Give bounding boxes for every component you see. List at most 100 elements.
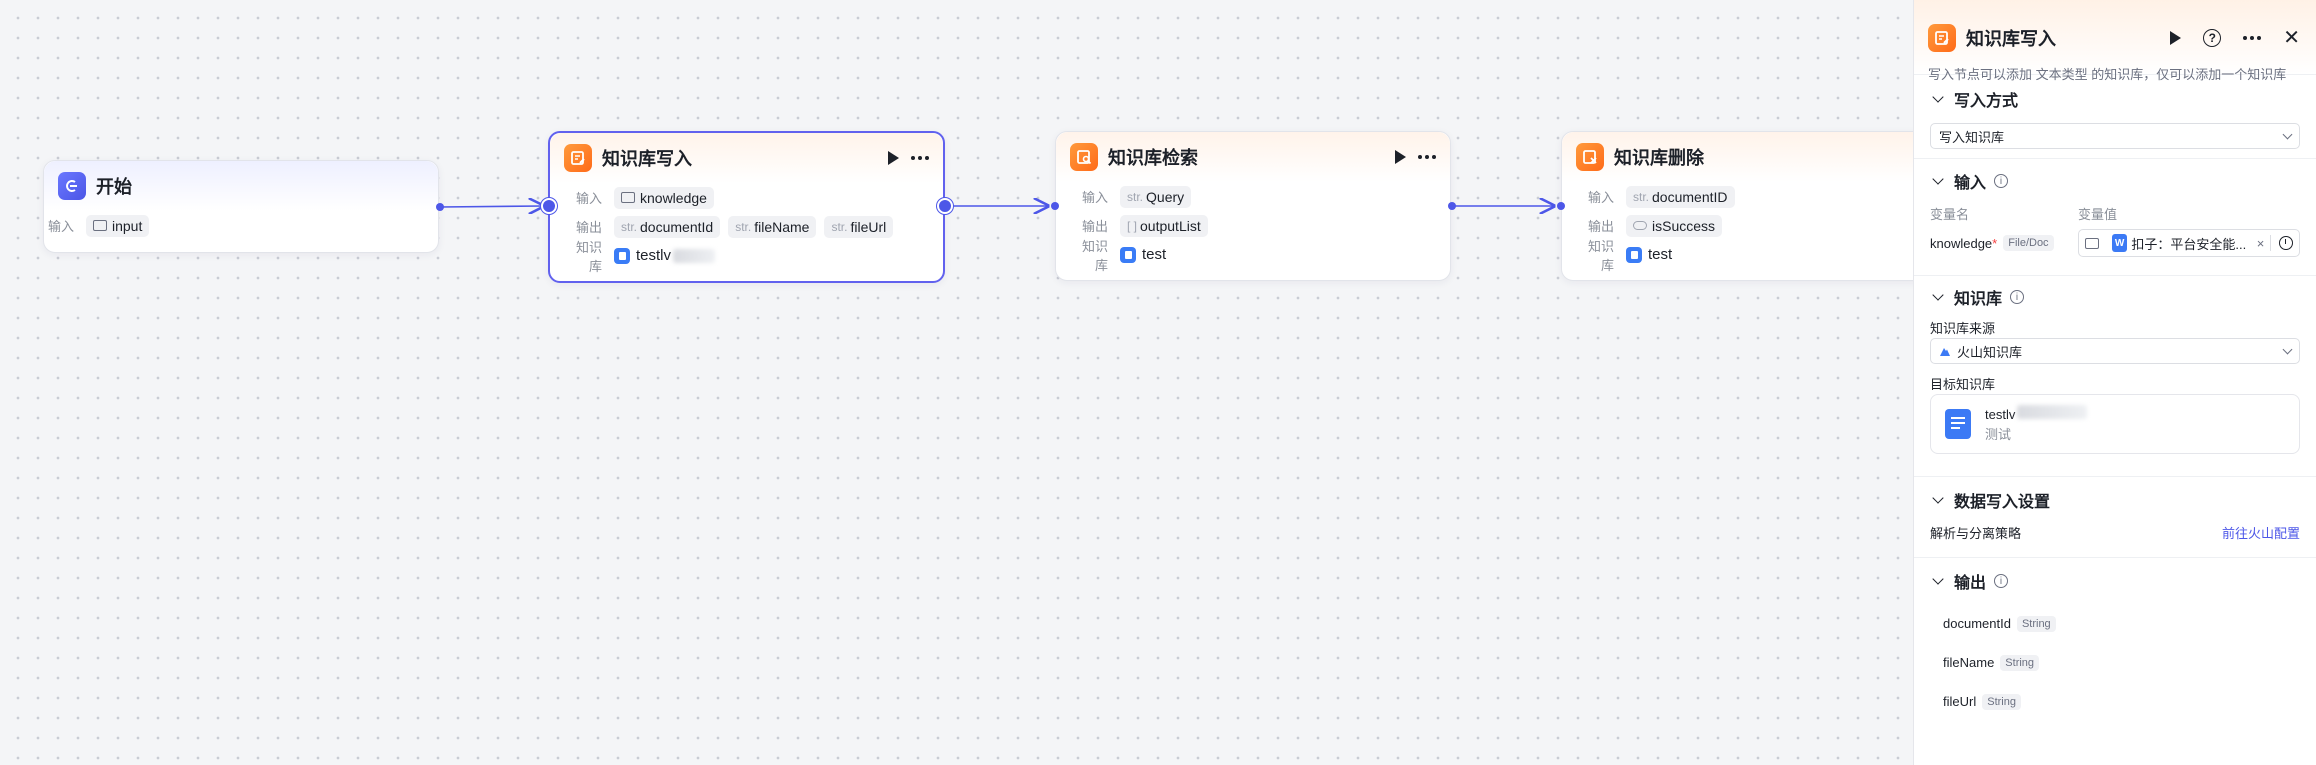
section-title: 输出 [1954, 575, 1987, 592]
input-chip-text: Query [1146, 188, 1185, 205]
more-icon[interactable] [2243, 36, 2262, 40]
output-chip-text: outputList [1140, 217, 1201, 234]
help-icon[interactable]: ? [2203, 29, 2222, 47]
input-port[interactable] [1051, 202, 1059, 210]
chevron-down-icon [2282, 129, 2293, 139]
chevron-down-icon [1932, 173, 1944, 185]
input-var-row: knowledge * File/Doc W 扣子：平台安全能... × [1930, 223, 2300, 263]
type-prefix: str. [831, 219, 848, 234]
node-kb-write-header: 知识库写入 [550, 133, 943, 183]
knowledge-doc-icon [1945, 409, 1971, 439]
info-icon[interactable]: i [1994, 174, 2009, 188]
knowledge-base-icon [1626, 246, 1642, 263]
chevron-down-icon [2282, 344, 2293, 354]
close-icon[interactable]: ✕ [2283, 28, 2300, 48]
node-kb-write-title: 知识库写入 [602, 149, 692, 169]
input-chip-text: knowledge [640, 189, 707, 206]
type-prefix: str. [621, 219, 638, 234]
section-header[interactable]: 输入 i [1930, 159, 2300, 203]
volcano-config-link[interactable]: 前往火山配置 [2222, 523, 2300, 542]
output-field-name: documentId [1943, 616, 2011, 631]
edge-start-write [439, 206, 543, 207]
input-chip-text: input [112, 217, 143, 234]
info-icon[interactable]: i [2010, 290, 2025, 304]
output-chip-text: documentId [640, 218, 714, 235]
run-node-button[interactable] [888, 151, 899, 165]
chevron-down-icon [1932, 91, 1944, 103]
output-port[interactable] [937, 198, 953, 214]
write-mode-select[interactable]: 写入知识库 [1930, 123, 2300, 149]
chevron-down-icon [1932, 573, 1944, 585]
folder-icon [2085, 237, 2099, 249]
node-start[interactable]: 开始 输入 input [43, 160, 439, 253]
more-icon[interactable] [1418, 155, 1436, 159]
section-header[interactable]: 输出 i [1930, 558, 2300, 604]
output-chip: str. fileUrl [824, 215, 894, 238]
target-kb-card[interactable]: testlv 测试 [1930, 394, 2300, 454]
kb-delete-icon [1576, 143, 1604, 171]
node-kb-delete-kb-row: 知识库 test [1562, 239, 1956, 273]
section-write-mode: 写入方式 写入知识库 [1914, 74, 2316, 150]
input-chip: input [86, 214, 150, 237]
node-start-header: 开始 [44, 161, 438, 211]
node-kb-delete-title: 知识库删除 [1614, 148, 1704, 168]
kb-name: test [1142, 246, 1167, 263]
output-field-type: String [2016, 615, 2056, 632]
kb-write-icon [1928, 24, 1956, 52]
run-node-button[interactable] [1395, 150, 1406, 164]
folder-icon [621, 192, 635, 203]
input-chip: str. Query [1120, 185, 1192, 208]
kb-label: 知识库 [1587, 238, 1614, 273]
section-title: 输入 [1954, 175, 1987, 192]
section-title: 写入方式 [1954, 93, 2019, 110]
node-start-input-row: 输入 input [44, 211, 438, 240]
output-chip-text: fileUrl [850, 218, 887, 235]
var-value-field[interactable]: W 扣子：平台安全能... × [2078, 229, 2300, 257]
node-kb-write-kb-row: 知识库 testlv [550, 240, 943, 274]
kb-label: 知识库 [575, 239, 602, 274]
var-value-text: 扣子：平台安全能... [2131, 236, 2247, 252]
var-type-tag: File/Doc [2003, 235, 2054, 251]
input-port[interactable] [1557, 202, 1565, 210]
var-name: knowledge [1930, 235, 1993, 251]
output-chip-text: fileName [754, 218, 810, 235]
kb-write-icon [564, 144, 592, 172]
node-kb-delete-header: 知识库删除 [1562, 132, 1956, 182]
chevron-down-icon [1932, 492, 1944, 504]
input-chip: str. documentID [1626, 185, 1735, 208]
output-label: 输出 [1081, 219, 1108, 234]
kb-target-label: 目标知识库 [1930, 377, 1996, 392]
output-port[interactable] [1448, 202, 1456, 210]
section-output: 输出 i documentId String fileName String f… [1914, 557, 2316, 727]
run-node-button[interactable] [2170, 31, 2182, 45]
clear-icon[interactable]: × [2257, 236, 2265, 251]
info-icon[interactable]: i [1994, 574, 2009, 588]
node-kb-search-title: 知识库检索 [1108, 148, 1198, 168]
node-kb-delete[interactable]: 知识库删除 输入 str. documentID 输出 isSuccess 知识库… [1561, 131, 1957, 281]
output-chip: str. documentId [614, 215, 721, 238]
input-port[interactable] [541, 198, 557, 214]
kb-source-label: 知识库来源 [1930, 321, 1996, 336]
node-kb-write-input-row: 输入 knowledge [550, 183, 943, 212]
output-port[interactable] [436, 203, 444, 211]
workflow-canvas[interactable]: 开始 输入 input 知识库写入 输入 knowledge 输出 str. do… [0, 0, 1957, 765]
more-icon[interactable] [911, 156, 929, 160]
node-kb-search-input-row: 输入 str. Query [1056, 182, 1450, 211]
output-field-name: fileName [1943, 655, 1995, 670]
input-label: 输入 [1081, 190, 1108, 205]
variable-reference-icon[interactable] [2279, 236, 2293, 250]
divider [2270, 235, 2272, 251]
node-kb-search-kb-row: 知识库 test [1056, 239, 1450, 273]
required-mark: * [1992, 235, 1998, 251]
kb-card-name: testlv [1985, 405, 2088, 422]
node-kb-write[interactable]: 知识库写入 输入 knowledge 输出 str. documentId str… [548, 131, 945, 283]
redacted-blur [673, 248, 716, 263]
section-header[interactable]: 数据写入设置 [1930, 477, 2300, 523]
knowledge-base-icon [1120, 246, 1136, 263]
kb-source-select[interactable]: 火山知识库 [1930, 338, 2300, 364]
volcano-icon [1940, 348, 1950, 356]
output-label: 输出 [1587, 219, 1614, 234]
section-header[interactable]: 知识库 i [1930, 276, 2300, 318]
type-prefix: [ ] [1127, 218, 1138, 233]
node-kb-search[interactable]: 知识库检索 输入 str. Query 输出 [ ] outputList 知识库 … [1055, 131, 1451, 281]
